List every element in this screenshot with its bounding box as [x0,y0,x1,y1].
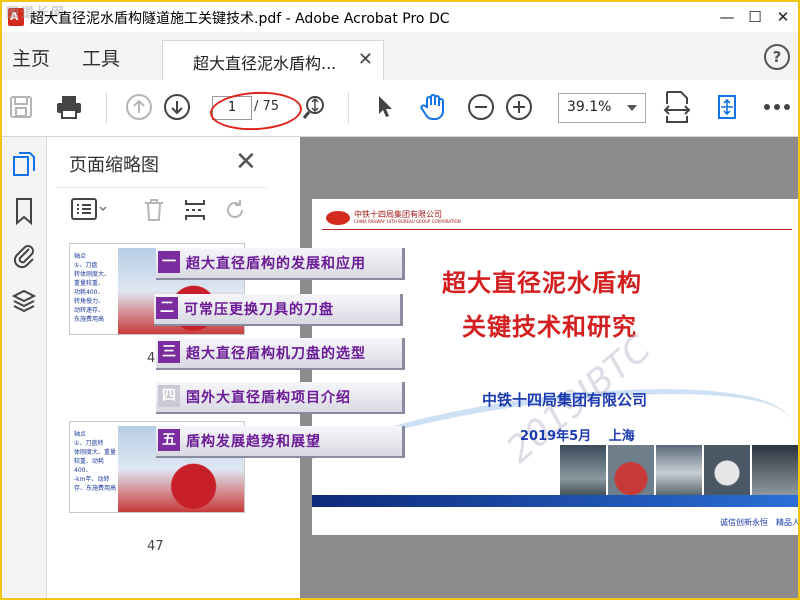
company-logo [326,211,350,225]
tunnel-photo [752,445,798,501]
toolbar: 1 / 75 39.1% [2,80,798,137]
slide-organization: 中铁十四局集团有限公司 [482,391,648,409]
toolbar-divider [106,92,107,124]
title-bar: A 图道长网 超大直径泥水盾构隧道施工关键技术.pdf - Adobe Acro… [2,2,798,32]
thumbnail-options-icon[interactable] [71,198,107,224]
bookmark-icon[interactable] [12,197,36,226]
page-number-input[interactable]: 1 [212,96,252,120]
zoom-select[interactable]: 39.1% [558,93,646,123]
hand-tool-icon[interactable] [418,92,448,122]
tunnel-photo [656,445,702,501]
thumbnail-text: 轴点 ①、刀盘转 体刚度大、重量 较重、动耗400、 -km年、动转 存、东施费… [74,430,118,510]
layers-icon[interactable] [11,287,37,315]
page-total: / 75 [254,99,280,114]
page-thumbnails-icon[interactable] [12,151,36,179]
delete-page-icon[interactable] [143,198,165,226]
close-window-icon[interactable]: ✕ [772,6,794,28]
acrobat-icon: A [8,8,24,26]
tunnel-photo [704,445,750,501]
chevron-down-icon [627,105,637,111]
document-tab[interactable]: 超大直径泥水盾构... ✕ [162,40,384,81]
window-title: 超大直径泥水盾构隧道施工关键技术.pdf - Adobe Acrobat Pro… [30,11,450,27]
thumbnail-page-47[interactable]: 轴点 ①、刀盘转 体刚度大、重量 较重、动耗400、 -km年、动转 存、东施费… [69,421,245,513]
more-tools-icon[interactable] [762,92,792,122]
thumbnail-text: 轴点 ①、刀盘 转体刚度大、 重量较重、 功耗400、 转角慢力、 动转速存、 … [74,252,118,332]
zoom-in-icon[interactable] [504,92,534,122]
pdf-page: 中铁十四局集团有限公司 CHINA RAILWAY 14TH BUREAU GR… [312,199,798,535]
navigation-pane-icons [2,137,47,598]
panel-title: 页面缩略图 [69,155,159,176]
thumbnail-page-number: 46 [147,351,164,366]
fit-page-icon[interactable] [662,91,692,123]
slide-company-name-en: CHINA RAILWAY 14TH BUREAU GROUP CORPORAT… [354,219,461,224]
document-view[interactable]: 中铁十四局集团有限公司 CHINA RAILWAY 14TH BUREAU GR… [300,137,798,598]
document-tab-label: 超大直径泥水盾构... [193,54,337,73]
tunnel-photo [560,445,606,501]
next-page-icon[interactable] [162,92,192,122]
previous-page-icon[interactable] [124,92,154,122]
minimize-icon[interactable]: — [716,6,738,28]
zoom-out-icon[interactable] [466,92,496,122]
toolbar-divider [348,92,349,124]
photo-strip [558,445,798,501]
thumbnail-image [118,426,244,512]
insert-page-icon[interactable] [183,198,207,226]
footer-bar [312,495,798,507]
slide-title-line1: 超大直径泥水盾构 [442,269,642,297]
attachment-icon[interactable] [12,241,36,269]
page-thumbnails-panel: 页面缩略图 ✕ 轴点 ①、刀盘 转体刚度大、 重量较重、 功耗400、 转角慢力… [47,137,325,598]
slide-date-place: 2019年5月 上海 [520,429,635,444]
header-rule [322,229,792,230]
rotate-view-icon[interactable] [712,92,742,122]
slide-title-line2: 关键技术和研究 [462,313,637,341]
tab-tools[interactable]: 工具 [82,44,120,71]
tunnel-photo [608,445,654,501]
maximize-icon[interactable]: ☐ [744,6,766,28]
save-icon[interactable] [6,92,36,122]
tab-home[interactable]: 主页 [12,44,50,71]
zoom-value: 39.1% [567,99,612,115]
select-cursor-icon[interactable] [370,92,400,122]
close-panel-icon[interactable]: ✕ [235,147,257,177]
rotate-page-icon[interactable] [223,198,247,226]
slide-motto: 诚信创新永恒 精品人 [720,518,798,527]
panel-toolbar [57,187,267,228]
thumbnail-page-number: 47 [147,539,164,554]
thumbnail-page-46[interactable]: 轴点 ①、刀盘 转体刚度大、 重量较重、 功耗400、 转角慢力、 动转速存、 … [69,243,245,335]
help-icon[interactable]: ? [764,44,790,70]
tab-bar: 主页 工具 超大直径泥水盾构... ✕ ? [2,32,798,81]
print-icon[interactable] [54,92,84,122]
thumbnail-image [118,248,244,334]
scroll-mode-icon[interactable] [300,92,330,122]
close-tab-icon[interactable]: ✕ [358,49,373,70]
